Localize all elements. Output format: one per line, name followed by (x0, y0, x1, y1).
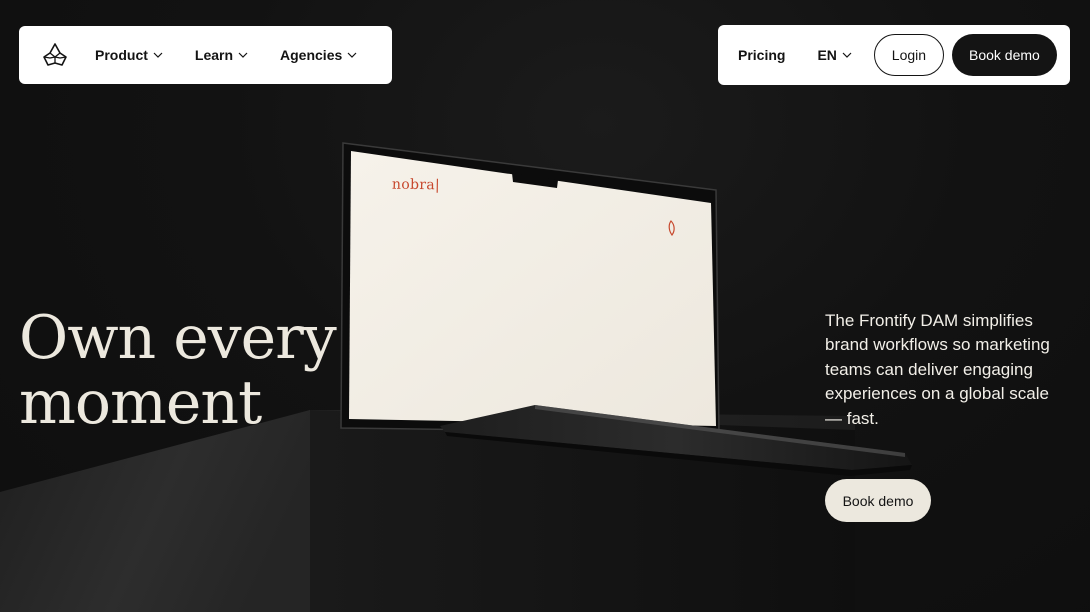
nav-learn[interactable]: Learn (195, 47, 248, 63)
utility-nav: Pricing EN Login Book demo (718, 25, 1070, 85)
hero-headline-line2: moment (19, 368, 262, 438)
language-label: EN (817, 47, 837, 63)
pedestal-front (0, 410, 310, 612)
nav-learn-label: Learn (194, 47, 234, 63)
chevron-down-icon (153, 52, 163, 58)
main-nav: Product Learn Agencies (19, 26, 392, 84)
hero-headline: Own every moment (19, 306, 339, 436)
nav-agencies-label: Agencies (280, 47, 343, 63)
nav-product-label: Product (95, 47, 148, 63)
chevron-down-icon (238, 52, 248, 58)
book-demo-nav-button[interactable]: Book demo (951, 34, 1057, 76)
nav-agencies[interactable]: Agencies (280, 47, 357, 63)
login-button[interactable]: Login (873, 34, 944, 76)
screen-brand-logo: nobra| (391, 176, 441, 194)
chevron-down-icon (842, 52, 852, 58)
hero-page: Product Learn Agencies Pricing EN Login … (0, 0, 1090, 612)
language-selector[interactable]: EN (817, 47, 852, 63)
chevron-down-icon (347, 52, 357, 58)
book-demo-hero-button[interactable]: Book demo (825, 479, 931, 522)
hero-description: The Frontify DAM simplifies brand workfl… (825, 311, 1050, 428)
nav-product[interactable]: Product (95, 47, 163, 63)
hero-headline-line1: Own every (19, 303, 337, 373)
pricing-link[interactable]: Pricing (738, 47, 785, 63)
frontify-logo-icon[interactable] (41, 41, 69, 69)
